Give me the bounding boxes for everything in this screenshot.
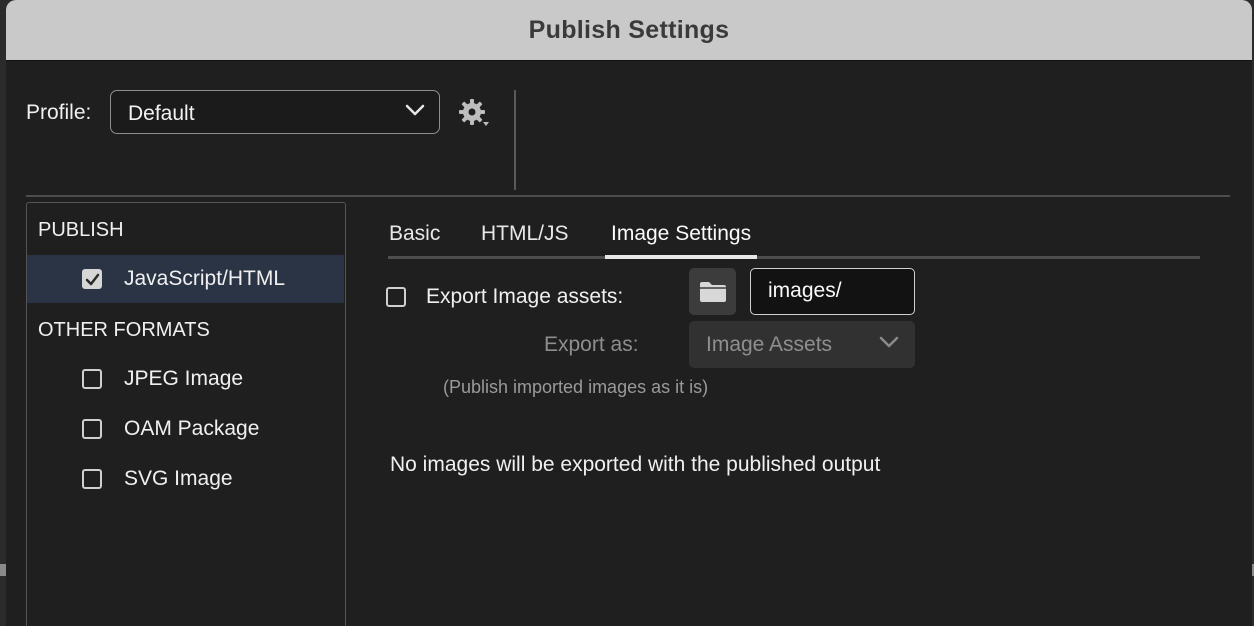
profile-dropdown[interactable]: Default	[110, 90, 440, 134]
image-folder-path-input[interactable]: images/	[750, 268, 915, 315]
format-item-label: JPEG Image	[124, 367, 244, 390]
tab-basic[interactable]: Basic	[389, 222, 440, 246]
javascript-html-checkbox[interactable]	[82, 269, 102, 289]
publish-heading: PUBLISH	[38, 219, 124, 241]
chevron-down-icon	[879, 335, 899, 354]
checkmark-icon	[85, 273, 100, 286]
publish-settings-dialog: Publish Settings Profile: Default PUBLIS…	[6, 0, 1252, 626]
oam-checkbox[interactable]	[82, 419, 102, 439]
dialog-title: Publish Settings	[528, 15, 730, 44]
chevron-down-icon	[405, 103, 425, 122]
profile-label: Profile:	[26, 101, 92, 124]
profile-value: Default	[128, 102, 195, 125]
jpeg-checkbox[interactable]	[82, 369, 102, 389]
export-as-dropdown[interactable]: Image Assets	[689, 321, 915, 368]
tab-image-settings[interactable]: Image Settings	[604, 222, 758, 259]
export-as-value: Image Assets	[706, 333, 833, 356]
svg-checkbox[interactable]	[82, 469, 102, 489]
tabs-underline	[388, 256, 1200, 259]
title-bar[interactable]: Publish Settings	[6, 0, 1252, 61]
format-item-svg[interactable]: SVG Image	[27, 455, 344, 503]
export-image-assets-checkbox[interactable]	[386, 287, 406, 307]
export-image-assets-label: Export Image assets:	[426, 285, 624, 308]
settings-tabs: Basic HTML/JS Image Settings	[388, 222, 1200, 260]
header-divider	[26, 195, 1230, 197]
format-item-label: OAM Package	[124, 417, 260, 440]
format-item-javascript-html[interactable]: JavaScript/HTML	[27, 255, 344, 303]
format-item-jpeg[interactable]: JPEG Image	[27, 355, 344, 403]
export-hint-text: (Publish imported images as it is)	[443, 377, 709, 397]
export-as-label: Export as:	[544, 333, 639, 356]
no-images-notice: No images will be exported with the publ…	[390, 453, 881, 476]
tab-html-js[interactable]: HTML/JS	[481, 222, 569, 246]
other-formats-heading: OTHER FORMATS	[38, 319, 210, 341]
gear-icon[interactable]	[456, 96, 492, 137]
toolbar-divider	[514, 90, 516, 190]
format-item-label: JavaScript/HTML	[124, 267, 286, 290]
format-sidebar: PUBLISH JavaScript/HTML OTHER FORMATS JP…	[26, 202, 346, 626]
browse-folder-button[interactable]	[689, 268, 736, 315]
format-item-label: SVG Image	[124, 467, 233, 490]
folder-icon	[700, 282, 726, 302]
format-item-oam[interactable]: OAM Package	[27, 405, 344, 453]
